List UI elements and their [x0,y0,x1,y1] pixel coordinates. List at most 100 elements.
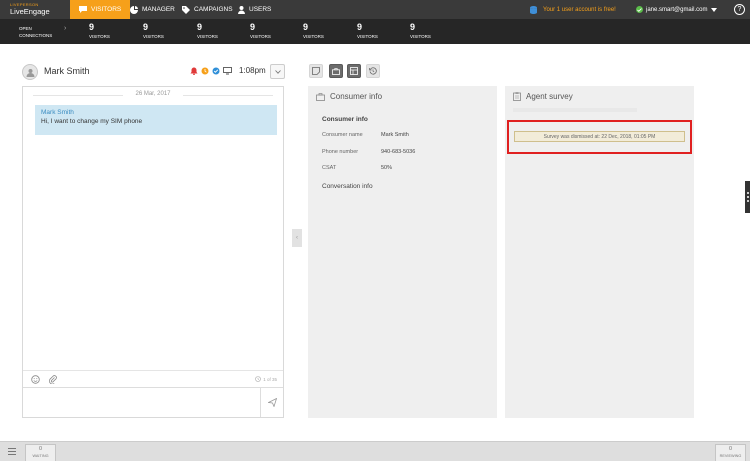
agent-survey-panel: Agent survey Survey was dismissed at: 22… [505,86,694,418]
agent-survey-header: Agent survey [513,92,573,101]
free-account-notice-text: Your 1 user account is free! [543,6,616,13]
chat-time: 1:08pm [239,66,266,75]
hamburger-menu-icon[interactable] [8,448,16,455]
status-icons [190,67,232,75]
open-connections-label[interactable]: OPEN CONNECTIONS [19,25,52,39]
collapse-panel-handle[interactable]: ‹ [292,229,302,247]
account-email: jane.smart@gmail.com [646,6,708,13]
briefcase-icon [332,67,340,75]
survey-dismissed-message: Survey was dismissed at: 22 Dec, 2018, 0… [514,131,685,142]
visitor-stats-bar: OPEN CONNECTIONS › 9 VISITORS 9 VISITORS… [0,19,750,44]
phone-number-label: Phone number [322,149,359,155]
stat-item[interactable]: 9 VISITORS [89,22,129,40]
online-status-icon [636,6,643,13]
nav-tab-users-label: USERS [249,6,272,13]
top-navigation-bar: LIVEPERSON LiveEngage VISITORS MANAGER C… [0,0,750,19]
nav-tab-manager-label: MANAGER [142,6,175,13]
message-input[interactable] [23,387,261,417]
stat-label: VISITORS [197,34,218,39]
reviewing-count: 0 [728,446,733,452]
agent-survey-title: Agent survey [526,92,573,101]
message-bubble: Mark Smith Hi, I want to change my SIM p… [35,105,277,135]
account-menu[interactable]: jane.smart@gmail.com [636,0,718,19]
stat-count: 9 [250,22,256,32]
conversation-info-section-title: Conversation info [322,183,373,190]
visitor-name: Mark Smith [44,66,90,76]
database-icon [530,5,537,14]
chat-icon [79,6,87,13]
waiting-counter[interactable]: 0 WAITING [25,444,56,461]
survey-status-highlight: Survey was dismissed at: 22 Dec, 2018, 0… [507,120,692,154]
consumer-info-section-title: Consumer info [322,116,368,123]
nav-tab-visitors[interactable]: VISITORS [70,0,131,19]
stat-label: VISITORS [410,34,431,39]
reviewing-label: REVIEWING [719,454,742,458]
nav-tab-campaigns-label: CAMPAIGNS [194,6,233,13]
nav-tab-campaigns[interactable]: CAMPAIGNS [182,0,233,19]
clipboard-icon [513,92,521,101]
consumer-name-label: Consumer name [322,132,363,138]
message-sender: Mark Smith [41,109,74,116]
message-text: Hi, I want to change my SIM phone [41,118,143,125]
chevron-left-icon: ‹ [296,235,298,241]
phone-number-value: 940-683-5036 [381,149,416,155]
stat-item[interactable]: 9 VISITORS [357,22,397,40]
consumer-info-header: Consumer info [316,92,382,101]
clock-status-icon [201,67,209,75]
date-separator: 26 Mar, 2017 [23,91,283,97]
reviewing-counter[interactable]: 0 REVIEWING [715,444,746,461]
user-avatar-icon [26,68,34,77]
chat-transcript[interactable]: 26 Mar, 2017 Mark Smith Hi, I want to ch… [22,86,284,418]
attachment-icon[interactable] [49,375,57,384]
stat-count: 9 [89,22,95,32]
chat-actions-dropdown[interactable] [270,64,285,79]
chat-header: Mark Smith 1:08pm [22,62,285,82]
stat-item[interactable]: 9 VISITORS [143,22,183,40]
consumer-info-widget-button[interactable] [329,64,343,78]
message-counter-text: 1 of 35 [263,376,277,382]
stat-item[interactable]: 9 VISITORS [303,22,343,40]
notes-widget-button[interactable] [309,64,323,78]
history-widget-button[interactable] [366,64,380,78]
history-icon [369,67,377,75]
send-button[interactable] [261,387,283,417]
chat-tools: 1 of 35 [23,370,283,387]
emoji-icon[interactable] [31,375,40,384]
chevron-right-icon: › [64,25,67,32]
nav-tab-manager[interactable]: MANAGER [130,0,175,19]
waiting-count: 0 [38,446,43,452]
clock-icon [255,376,262,382]
stat-item[interactable]: 9 VISITORS [410,22,450,40]
bell-icon[interactable] [190,67,198,75]
consumer-info-panel: Consumer info Consumer info Consumer nam… [308,86,497,418]
open-connections-line1: OPEN [19,26,32,31]
stat-label: VISITORS [250,34,271,39]
survey-divider [513,108,637,112]
nav-tab-users[interactable]: USERS [238,0,271,19]
verified-icon [212,67,220,75]
stat-label: VISITORS [303,34,324,39]
stat-count: 9 [410,22,416,32]
liveengage-logo[interactable]: LIVEPERSON LiveEngage [10,2,70,18]
free-account-notice[interactable]: Your 1 user account is free! [530,0,616,19]
message-counter: 1 of 35 [255,376,277,382]
agent-survey-widget-button[interactable] [347,64,361,78]
help-icon: ? [737,6,742,13]
consumer-name-value: Mark Smith [381,132,409,138]
tag-icon [182,5,190,14]
stat-count: 9 [303,22,309,32]
stat-count: 9 [357,22,363,32]
briefcase-icon [316,92,325,101]
note-icon [312,67,320,75]
stat-item[interactable]: 9 VISITORS [197,22,237,40]
stat-count: 9 [197,22,203,32]
pie-chart-icon [130,5,138,14]
chevron-down-icon [274,69,281,74]
stat-label: VISITORS [357,34,378,39]
side-drawer-handle[interactable] [745,181,750,213]
stat-label: VISITORS [143,34,164,39]
help-button[interactable]: ? [734,4,745,15]
stat-item[interactable]: 9 VISITORS [250,22,290,40]
chevron-down-icon [711,7,718,12]
bottom-bar: 0 WAITING 0 REVIEWING [0,441,750,461]
